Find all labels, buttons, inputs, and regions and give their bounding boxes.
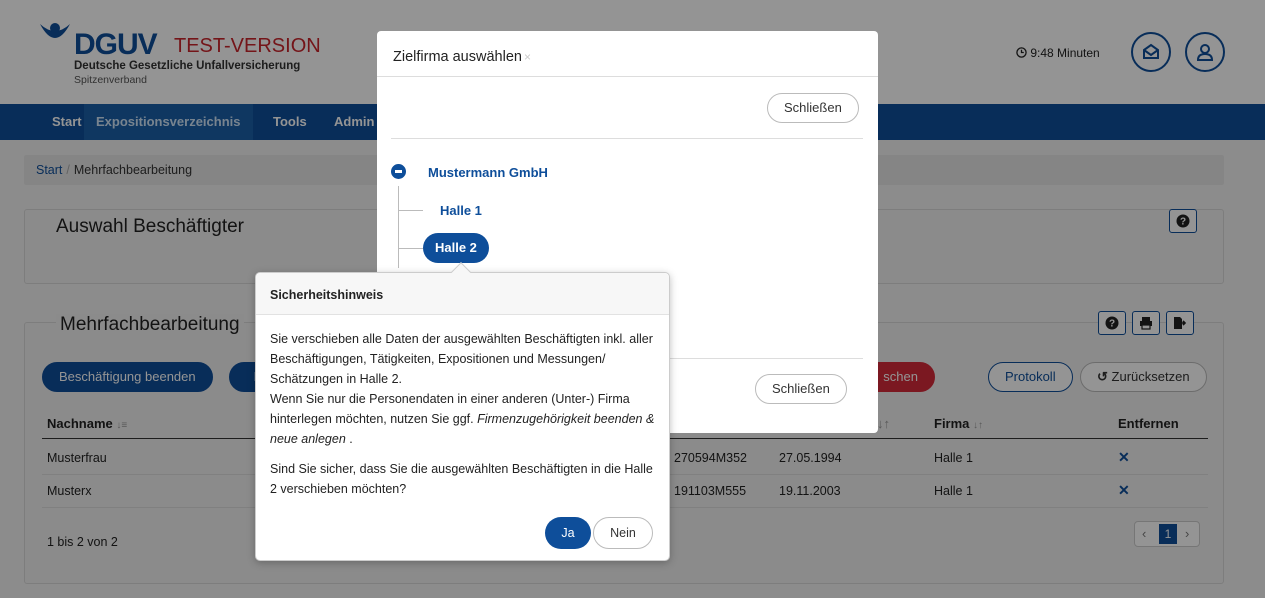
collapse-icon[interactable] (391, 164, 406, 179)
modal-divider (391, 138, 863, 139)
popover-question: Sind Sie sicher, dass Sie die ausgewählt… (270, 462, 653, 496)
confirm-yes-button[interactable]: Ja (545, 517, 591, 549)
modal-divider (377, 76, 878, 77)
popover-text-2: Wenn Sie nur die Personendaten in einer … (270, 389, 662, 449)
modal-title-text: Zielfirma auswählen (393, 49, 522, 65)
confirm-no-button[interactable]: Nein (593, 517, 653, 549)
modal-title: Zielfirma auswählen × (393, 49, 531, 65)
tree-line (399, 210, 423, 211)
close-top-button[interactable]: Schließen (767, 93, 859, 123)
security-notice-popover: Sicherheitshinweis Sie verschieben alle … (255, 262, 670, 561)
tree-line (398, 186, 399, 268)
close-icon[interactable]: × (524, 50, 531, 64)
popover-title: Sicherheitshinweis (270, 288, 384, 302)
close-bottom-button[interactable]: Schließen (755, 374, 847, 404)
popover-header: Sicherheitshinweis (256, 273, 669, 315)
tree-item-halle-2[interactable]: Halle 2 (423, 233, 489, 263)
popover-text-2b: . (349, 432, 353, 446)
popover-text-1: Sie verschieben alle Daten der ausgewähl… (270, 332, 653, 386)
tree-line (399, 248, 423, 249)
tree-root[interactable]: Mustermann GmbH (428, 165, 548, 180)
tree-item-halle-1[interactable]: Halle 1 (440, 203, 482, 218)
popover-body: Sie verschieben alle Daten der ausgewähl… (270, 329, 662, 509)
